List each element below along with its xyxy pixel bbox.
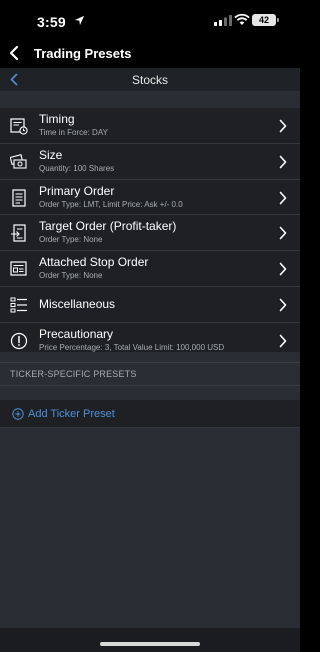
preset-subtitle: Order Type: None: [39, 271, 103, 281]
target-order-icon: [11, 224, 26, 242]
preset-title: Miscellaneous: [39, 296, 116, 311]
preset-title: Primary Order: [39, 183, 115, 198]
empty-area: [0, 428, 300, 628]
navigation-bar: Trading Presets: [0, 40, 300, 68]
preset-row-attached-stop-order[interactable]: Attached Stop Order Order Type: None: [0, 251, 300, 287]
add-ticker-preset-button[interactable]: Add Ticker Preset: [0, 400, 300, 428]
chevron-right-icon: [279, 191, 287, 204]
preset-title: Size: [39, 147, 63, 162]
page-title: Trading Presets: [34, 46, 132, 61]
money-stack-icon: [10, 153, 27, 169]
battery-tip: [277, 18, 279, 22]
plus-circle-icon: [12, 408, 24, 420]
preset-subtitle: Time in Force: DAY: [39, 128, 108, 137]
chevron-right-icon: [279, 298, 287, 312]
chevron-right-icon: [279, 262, 287, 276]
preset-subtitle: Quantity: 100 Shares: [39, 163, 115, 173]
section-spacer: [0, 352, 300, 362]
section-spacer: [0, 92, 300, 108]
ticker-presets-header: TICKER-SPECIFIC PRESETS: [0, 362, 300, 386]
battery-level: 42: [252, 14, 276, 26]
sub-header-title: Stocks: [131, 73, 168, 87]
preset-row-target-order[interactable]: Target Order (Profit-taker) Order Type: …: [0, 215, 300, 252]
chevron-right-icon: [279, 119, 287, 133]
bottom-bar: [0, 628, 300, 652]
add-ticker-preset-label: Add Ticker Preset: [28, 408, 115, 420]
cellular-signal-icon: [214, 15, 232, 26]
preset-row-timing[interactable]: Timing Time in Force: DAY: [0, 108, 300, 144]
chevron-right-icon: [279, 155, 287, 169]
clock-document-icon: [10, 118, 28, 135]
preset-subtitle: Order Type: LMT, Limit Price: Ask +/- 0.…: [39, 199, 183, 209]
sub-header: Stocks: [0, 68, 300, 92]
preset-row-size[interactable]: Size Quantity: 100 Shares: [0, 144, 300, 180]
preset-list: Timing Time in Force: DAY Size Quantity:…: [0, 108, 300, 359]
order-list-icon: [12, 188, 26, 207]
exclamation-circle-icon: [10, 332, 28, 349]
preset-row-miscellaneous[interactable]: Miscellaneous: [0, 287, 300, 323]
chevron-right-icon: [279, 334, 287, 348]
back-chevron-icon[interactable]: [8, 45, 20, 61]
chevron-right-icon: [279, 227, 287, 240]
preset-subtitle: Order Type: None: [39, 235, 103, 245]
location-arrow-icon: [74, 15, 85, 26]
preset-row-primary-order[interactable]: Primary Order Order Type: LMT, Limit Pri…: [0, 180, 300, 216]
status-bar: 3:59 42: [0, 0, 300, 40]
misc-list-icon: [10, 297, 27, 313]
preset-title: Precautionary: [39, 326, 114, 341]
stop-order-icon: [10, 261, 27, 276]
preset-subtitle: Price Percentage: 3, Total Value Limit: …: [39, 342, 225, 352]
preset-title: Attached Stop Order: [39, 255, 149, 270]
status-time: 3:59: [37, 14, 66, 30]
preset-title: Timing: [39, 112, 75, 126]
section-header-label: TICKER-SPECIFIC PRESETS: [10, 369, 137, 379]
preset-title: Target Order (Profit-taker): [39, 219, 177, 234]
section-spacer: [0, 386, 300, 400]
wifi-icon: [234, 13, 250, 25]
home-indicator: [100, 642, 200, 646]
